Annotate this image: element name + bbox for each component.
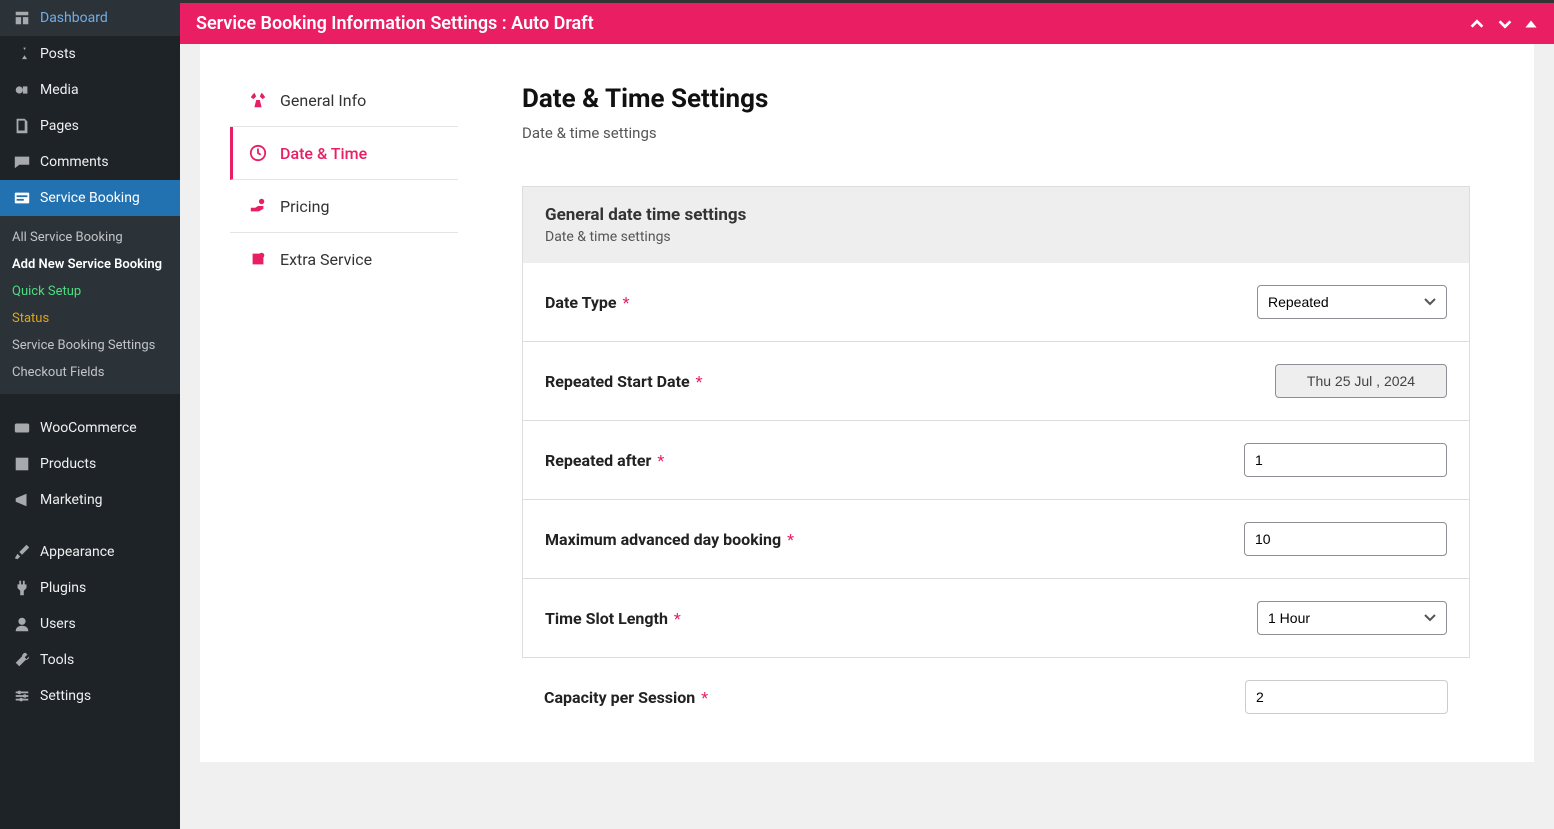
field-max-advance: Maximum advanced day booking* bbox=[522, 500, 1470, 579]
admin-sidebar: Dashboard Posts Media Pages Comments Ser… bbox=[0, 0, 180, 829]
sidebar-label: Products bbox=[40, 456, 96, 472]
settings-icon bbox=[12, 686, 32, 706]
panel-title: Service Booking Information Settings : A… bbox=[196, 13, 594, 34]
sidebar-sub-checkout[interactable]: Checkout Fields bbox=[0, 359, 180, 386]
sidebar-sub-add-new[interactable]: Add New Service Booking bbox=[0, 251, 180, 278]
sidebar-label: Pages bbox=[40, 118, 79, 134]
panel-toggle-icon[interactable] bbox=[1524, 17, 1538, 31]
extra-icon bbox=[248, 249, 268, 269]
sidebar-item-woocommerce[interactable]: WooCommerce bbox=[0, 410, 180, 446]
sidebar-item-posts[interactable]: Posts bbox=[0, 36, 180, 72]
sidebar-item-tools[interactable]: Tools bbox=[0, 642, 180, 678]
sidebar-item-plugins[interactable]: Plugins bbox=[0, 570, 180, 606]
sidebar-label: Media bbox=[40, 82, 79, 98]
slot-length-select[interactable]: 1 Hour bbox=[1257, 601, 1447, 635]
form-panel: Date & Time Settings Date & time setting… bbox=[458, 44, 1534, 762]
sidebar-label: Dashboard bbox=[40, 10, 108, 26]
pin-icon bbox=[12, 44, 32, 64]
field-repeated-after: Repeated after* bbox=[522, 421, 1470, 500]
sidebar-sub-quick-setup[interactable]: Quick Setup bbox=[0, 278, 180, 305]
tab-general-info[interactable]: General Info bbox=[230, 74, 458, 127]
block-subtitle: Date & time settings bbox=[545, 229, 1447, 245]
panel-down-icon[interactable] bbox=[1496, 15, 1514, 33]
sidebar-item-marketing[interactable]: Marketing bbox=[0, 482, 180, 518]
settings-tabs: General Info Date & Time Pricing Extra S… bbox=[200, 44, 458, 762]
repeated-after-input[interactable] bbox=[1244, 443, 1447, 477]
tab-date-time[interactable]: Date & Time bbox=[230, 127, 458, 180]
brush-icon bbox=[12, 542, 32, 562]
start-date-input[interactable] bbox=[1275, 364, 1447, 398]
sidebar-item-appearance[interactable]: Appearance bbox=[0, 534, 180, 570]
sidebar-submenu: All Service Booking Add New Service Book… bbox=[0, 216, 180, 394]
tab-label: Extra Service bbox=[280, 250, 372, 269]
sidebar-label: Service Booking bbox=[40, 190, 140, 206]
media-icon bbox=[12, 80, 32, 100]
tab-label: Pricing bbox=[280, 197, 330, 216]
tab-extra-service[interactable]: Extra Service bbox=[230, 233, 458, 285]
marketing-icon bbox=[12, 490, 32, 510]
user-icon bbox=[12, 614, 32, 634]
section-subtitle: Date & time settings bbox=[522, 124, 1470, 142]
sidebar-sub-settings[interactable]: Service Booking Settings bbox=[0, 332, 180, 359]
sidebar-sub-all-booking[interactable]: All Service Booking bbox=[0, 224, 180, 251]
sidebar-item-media[interactable]: Media bbox=[0, 72, 180, 108]
products-icon bbox=[12, 454, 32, 474]
field-slot-length: Time Slot Length* 1 Hour bbox=[522, 579, 1470, 658]
field-label: Date Type* bbox=[545, 293, 629, 312]
clock-icon bbox=[248, 143, 268, 163]
date-type-select[interactable]: Repeated bbox=[1257, 285, 1447, 319]
tab-label: Date & Time bbox=[280, 144, 367, 163]
sidebar-item-settings[interactable]: Settings bbox=[0, 678, 180, 714]
sidebar-label: Appearance bbox=[40, 544, 114, 560]
sidebar-label: WooCommerce bbox=[40, 420, 137, 436]
field-label: Time Slot Length* bbox=[545, 609, 681, 628]
comment-icon bbox=[12, 152, 32, 172]
pages-icon bbox=[12, 116, 32, 136]
sidebar-item-dashboard[interactable]: Dashboard bbox=[0, 0, 180, 36]
main-content: Service Booking Information Settings : A… bbox=[180, 0, 1554, 829]
field-label: Repeated after* bbox=[545, 451, 664, 470]
sidebar-item-products[interactable]: Products bbox=[0, 446, 180, 482]
tab-label: General Info bbox=[280, 91, 366, 110]
block-title: General date time settings bbox=[545, 205, 1447, 225]
field-start-date: Repeated Start Date* bbox=[522, 342, 1470, 421]
service-booking-icon bbox=[12, 188, 32, 208]
sidebar-label: Settings bbox=[40, 688, 91, 704]
sidebar-label: Users bbox=[40, 616, 76, 632]
block-header: General date time settings Date & time s… bbox=[522, 186, 1470, 263]
field-label: Capacity per Session* bbox=[544, 688, 708, 707]
field-label: Maximum advanced day booking* bbox=[545, 530, 794, 549]
field-date-type: Date Type* Repeated bbox=[522, 263, 1470, 342]
section-title: Date & Time Settings bbox=[522, 84, 1470, 114]
tools-icon bbox=[248, 90, 268, 110]
field-capacity: Capacity per Session* bbox=[522, 658, 1470, 722]
sidebar-item-comments[interactable]: Comments bbox=[0, 144, 180, 180]
capacity-input[interactable] bbox=[1245, 680, 1448, 714]
sidebar-label: Posts bbox=[40, 46, 76, 62]
wrench-icon bbox=[12, 650, 32, 670]
sidebar-item-service-booking[interactable]: Service Booking bbox=[0, 180, 180, 216]
sidebar-item-users[interactable]: Users bbox=[0, 606, 180, 642]
woocommerce-icon bbox=[12, 418, 32, 438]
hand-money-icon bbox=[248, 196, 268, 216]
sidebar-sub-status[interactable]: Status bbox=[0, 305, 180, 332]
sidebar-label: Comments bbox=[40, 154, 109, 170]
max-advance-input[interactable] bbox=[1244, 522, 1447, 556]
field-label: Repeated Start Date* bbox=[545, 372, 703, 391]
plugin-icon bbox=[12, 578, 32, 598]
sidebar-label: Plugins bbox=[40, 580, 86, 596]
dashboard-icon bbox=[12, 8, 32, 28]
sidebar-label: Tools bbox=[40, 652, 74, 668]
panel-header: Service Booking Information Settings : A… bbox=[180, 3, 1554, 44]
tab-pricing[interactable]: Pricing bbox=[230, 180, 458, 233]
sidebar-label: Marketing bbox=[40, 492, 103, 508]
panel-up-icon[interactable] bbox=[1468, 15, 1486, 33]
sidebar-item-pages[interactable]: Pages bbox=[0, 108, 180, 144]
